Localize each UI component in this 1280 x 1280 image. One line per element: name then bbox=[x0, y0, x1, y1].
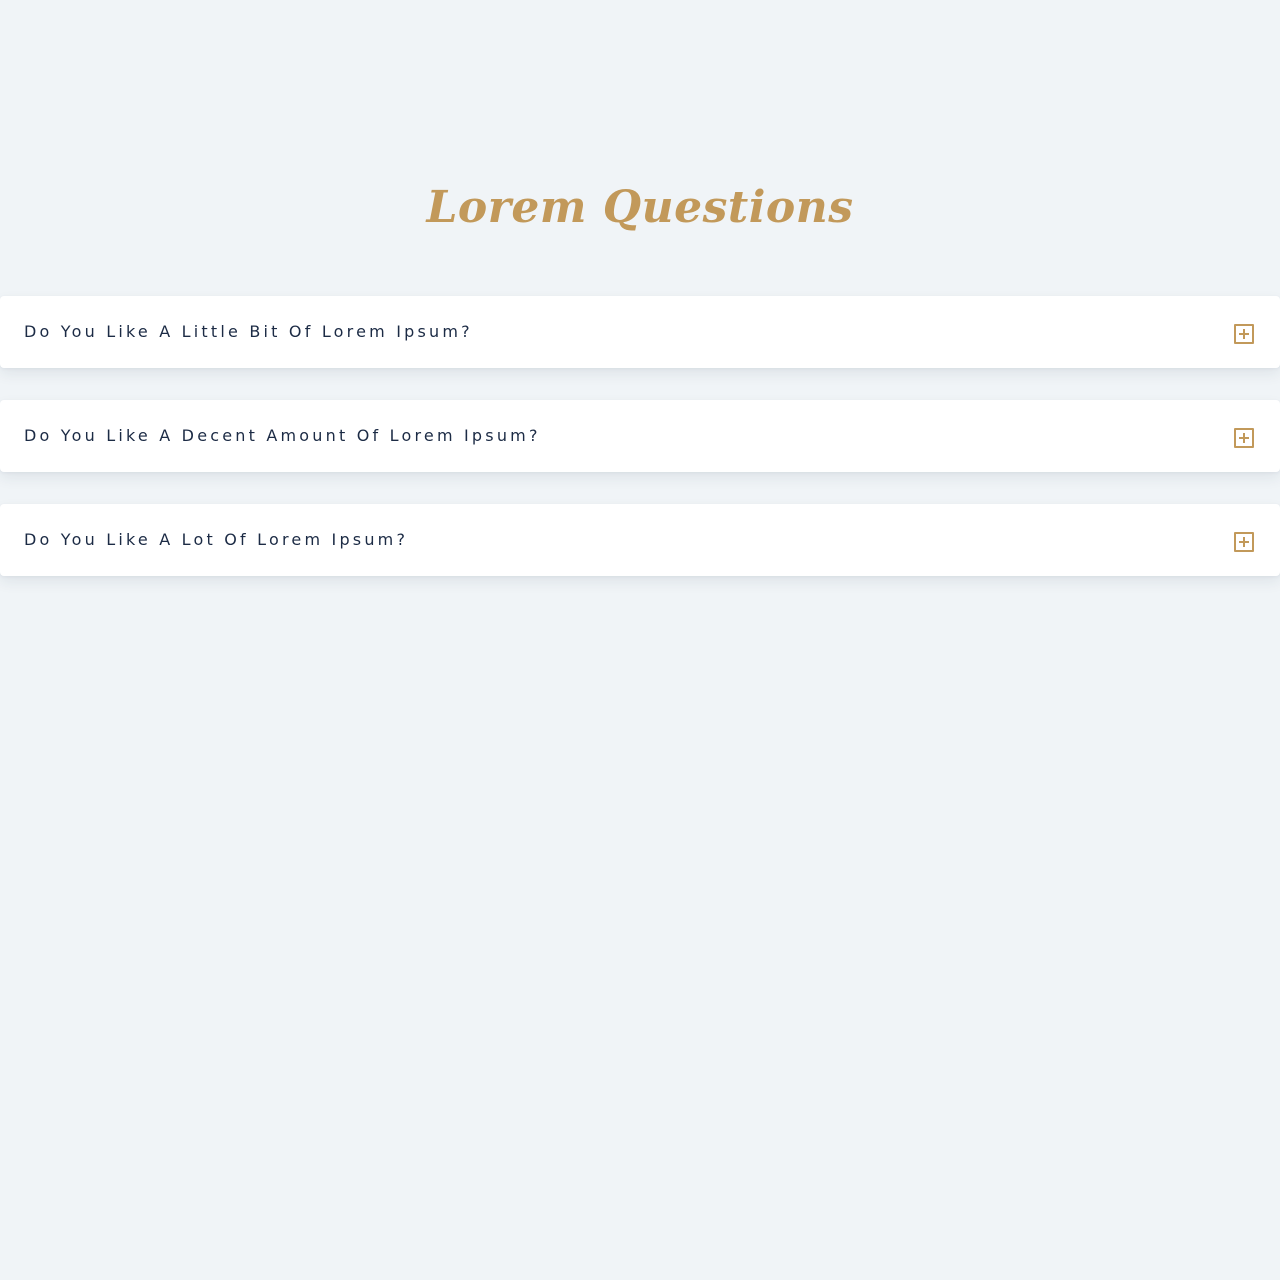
plus-square-icon[interactable] bbox=[1234, 324, 1254, 344]
plus-square-icon[interactable] bbox=[1234, 532, 1254, 552]
faq-question: Do You Like A Little Bit Of Lorem Ipsum? bbox=[24, 322, 473, 341]
faq-item[interactable]: Do You Like A Lot Of Lorem Ipsum? bbox=[0, 504, 1280, 576]
faq-item[interactable]: Do You Like A Decent Amount Of Lorem Ips… bbox=[0, 400, 1280, 472]
plus-square-icon[interactable] bbox=[1234, 428, 1254, 448]
faq-question: Do You Like A Lot Of Lorem Ipsum? bbox=[24, 530, 409, 549]
faq-question: Do You Like A Decent Amount Of Lorem Ips… bbox=[24, 426, 541, 445]
page-title: Lorem Questions bbox=[426, 182, 854, 233]
faq-item[interactable]: Do You Like A Little Bit Of Lorem Ipsum? bbox=[0, 296, 1280, 368]
faq-list: Do You Like A Little Bit Of Lorem Ipsum?… bbox=[0, 296, 1280, 608]
